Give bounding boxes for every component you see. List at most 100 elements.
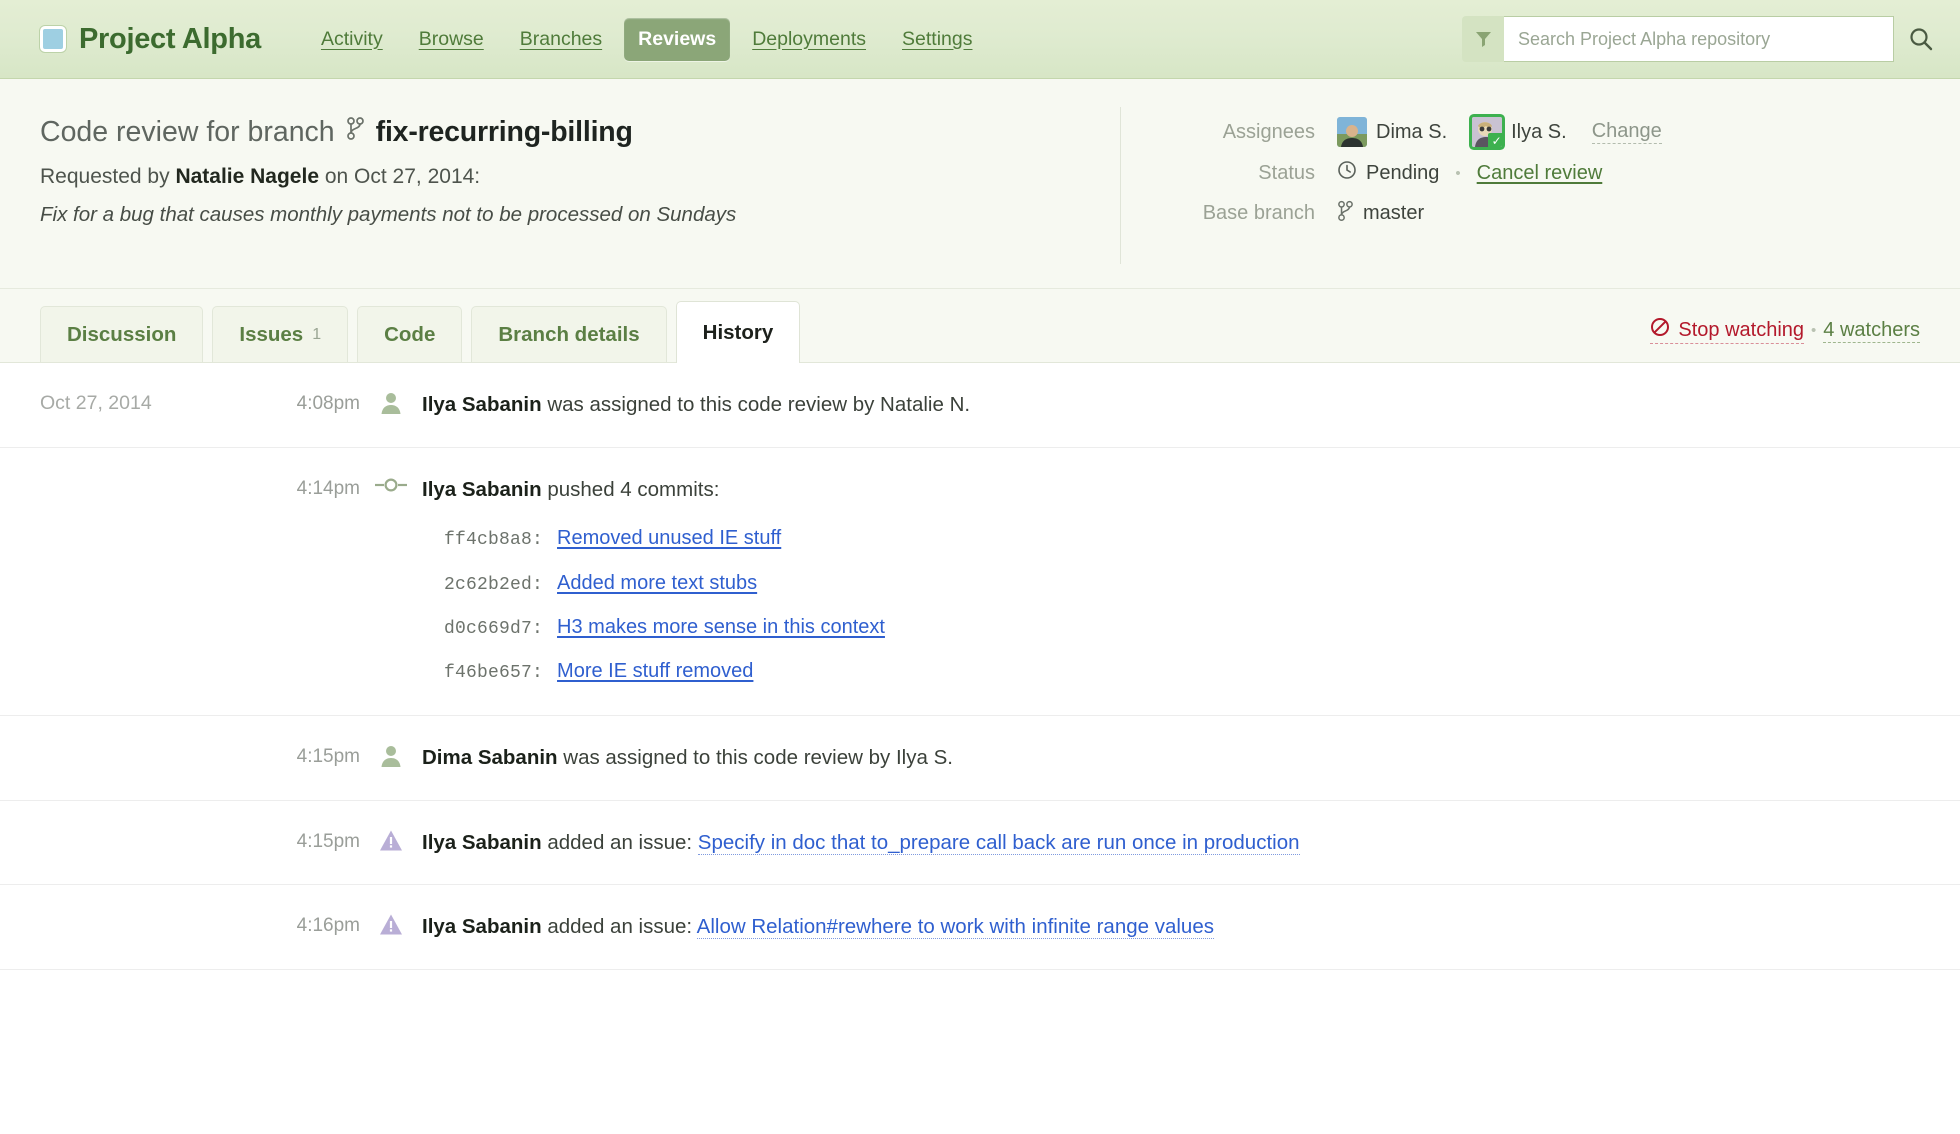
history-date [40,912,262,914]
app-square-icon [40,26,66,52]
base-branch-value-group: master [1337,199,1424,228]
actor-name[interactable]: Ilya Sabanin [422,478,542,501]
commit-row: ff4cb8a8: Removed unused IE stuff [422,524,1920,553]
cancel-review-button[interactable]: Cancel review [1477,162,1603,185]
nav-item-branches[interactable]: Branches [506,18,616,61]
commit-row: d0c669d7: H3 makes more sense in this con… [422,613,1920,642]
commit-node-icon [360,475,422,494]
base-branch-row: Base branch master [1155,199,1920,228]
history-entry: Ilya Sabanin was assigned to this code r… [422,390,1920,420]
approved-check-icon: ✓ [1488,133,1502,147]
tab-count: 1 [312,326,321,344]
tab-label: Issues [239,323,303,347]
commit-message-link[interactable]: Added more text stubs [557,569,757,598]
filter-icon[interactable] [1462,16,1504,62]
tab-label: Branch details [498,323,639,347]
watchers-count[interactable]: 4 watchers [1823,319,1920,343]
tab-issues[interactable]: Issues 1 [212,306,348,362]
tab-branch-details[interactable]: Branch details [471,306,666,362]
search-input[interactable] [1504,16,1894,62]
watch-actions: Stop watching • 4 watchers [1650,317,1920,362]
watch-separator: • [1811,322,1816,339]
history-entry-text: Dima Sabanin was assigned to this code r… [422,743,1920,773]
base-branch-name[interactable]: master [1363,202,1424,225]
actor-name[interactable]: Ilya Sabanin [422,915,542,938]
assignee-ilya[interactable]: ✓ Ilya S. [1472,117,1567,147]
commit-message-link[interactable]: H3 makes more sense in this context [557,613,885,642]
status-value-group: Pending • Cancel review [1337,160,1602,186]
assignee-dima[interactable]: Dima S. [1337,117,1447,147]
actor-name[interactable]: Ilya Sabanin [422,831,542,854]
assignees-value: Dima S. ✓ Ilya S. [1337,117,1662,147]
tab-label: Code [384,323,435,347]
assignee-name: Ilya S. [1511,121,1567,144]
tab-label: History [703,321,774,345]
tab-label: Discussion [67,323,176,347]
commit-message-link[interactable]: More IE stuff removed [557,657,753,686]
issue-link[interactable]: Specify in doc that to_prepare call back… [698,831,1300,855]
history-entry: Ilya Sabanin added an issue: Specify in … [422,828,1920,858]
tab-code[interactable]: Code [357,306,462,362]
history-row: Oct 27, 20144:08pmIlya Sabanin was assig… [0,363,1960,448]
nav-item-activity[interactable]: Activity [307,18,397,61]
history-row: 4:16pm Ilya Sabanin added an issue: Allow… [0,885,1960,970]
warning-triangle-icon [360,912,422,936]
history-entry: Dima Sabanin was assigned to this code r… [422,743,1920,773]
main-nav: ActivityBrowseBranchesReviewsDeployments… [307,18,987,61]
nav-item-settings[interactable]: Settings [888,18,986,61]
tab-discussion[interactable]: Discussion [40,306,203,362]
requested-prefix: Requested by [40,165,170,188]
commit-sha[interactable]: 2c62b2ed: [444,572,543,598]
history-entry-action: was assigned to this code review by Ilya… [558,746,953,769]
branch-name[interactable]: fix-recurring-billing [376,116,633,149]
search-icon[interactable] [1908,26,1934,52]
requester-name[interactable]: Natalie Nagele [175,165,319,188]
requested-date: on Oct 27, 2014: [325,165,480,188]
commit-row: f46be657: More IE stuff removed [422,657,1920,686]
history-time: 4:16pm [262,912,360,937]
commit-row: 2c62b2ed: Added more text stubs [422,569,1920,598]
history-row: 4:15pmDima Sabanin was assigned to this … [0,716,1960,801]
assignees-label: Assignees [1155,121,1337,144]
nav-item-deployments[interactable]: Deployments [738,18,880,61]
no-entry-icon [1650,317,1670,343]
clock-icon [1337,160,1357,186]
requested-line: Requested by Natalie Nagele on Oct 27, 2… [40,165,1120,189]
history-list: Oct 27, 20144:08pmIlya Sabanin was assig… [0,363,1960,970]
history-date [40,475,262,477]
history-entry-action: pushed 4 commits: [542,478,720,501]
review-summary: Code review for branch fix-recurring-bil… [0,79,1960,289]
person-icon [360,743,422,768]
review-description: Fix for a bug that causes monthly paymen… [40,203,1120,227]
history-row: 4:14pmIlya Sabanin pushed 4 commits:ff4c… [0,448,1960,716]
history-entry: Ilya Sabanin pushed 4 commits: ff4cb8a8: R… [422,475,1920,688]
commit-sha[interactable]: ff4cb8a8: [444,527,543,553]
stop-watching-button[interactable]: Stop watching [1650,317,1804,344]
tab-bar: Discussion Issues 1 Code Branch details Histo… [0,289,1960,363]
commit-message-link[interactable]: Removed unused IE stuff [557,524,781,553]
actor-name[interactable]: Dima Sabanin [422,746,558,769]
history-entry-text: Ilya Sabanin was assigned to this code r… [422,390,1920,420]
commit-sha[interactable]: f46be657: [444,660,543,686]
page-title-prefix: Code review for branch [40,116,335,149]
nav-item-reviews[interactable]: Reviews [624,18,730,61]
commit-sha[interactable]: d0c669d7: [444,616,543,642]
history-time: 4:15pm [262,828,360,853]
actor-name[interactable]: Ilya Sabanin [422,393,542,416]
page-title: Code review for branch fix-recurring-bil… [40,115,1120,149]
brand[interactable]: Project Alpha [40,23,261,56]
history-time: 4:08pm [262,390,360,415]
history-entry-action: was assigned to this code review by Nata… [542,393,970,416]
status-row: Status Pending • Cancel review [1155,160,1920,186]
nav-item-browse[interactable]: Browse [405,18,498,61]
branch-icon [1337,199,1354,228]
status-badge: Pending [1366,162,1439,185]
tab-history[interactable]: History [676,301,801,363]
issue-link[interactable]: Allow Relation#rewhere to work with infi… [697,915,1214,939]
change-assignees-button[interactable]: Change [1592,120,1662,144]
history-entry-action: added an issue: [542,915,697,938]
search-area [1462,16,1934,62]
tabs-container: Discussion Issues 1 Code Branch details Histo… [40,301,809,362]
branch-icon [346,115,365,149]
person-icon [360,390,422,415]
